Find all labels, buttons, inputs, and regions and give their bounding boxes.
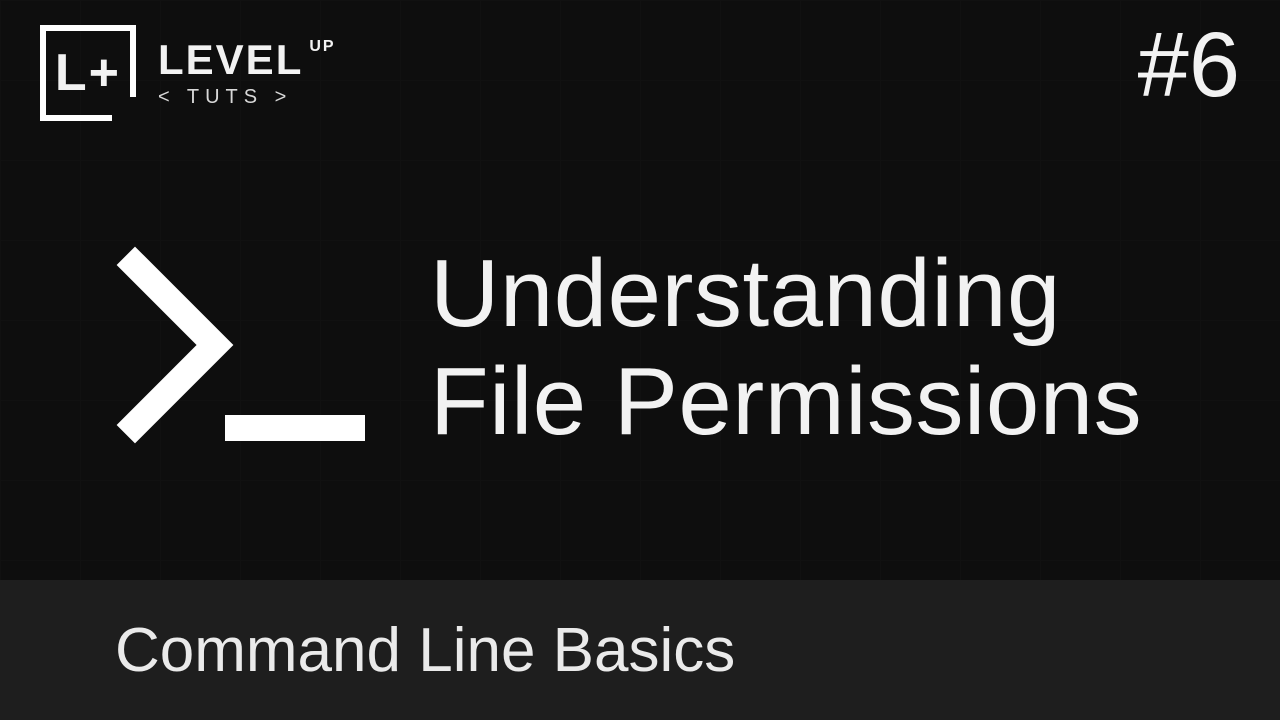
logo-up-text: UP: [309, 38, 335, 55]
logo-mark-text: L+: [55, 43, 121, 103]
footer-bar: Command Line Basics: [0, 580, 1280, 720]
title-line-1: Understanding: [430, 240, 1142, 348]
logo-tuts-text: < TUTS >: [158, 87, 336, 107]
series-subtitle: Command Line Basics: [115, 615, 735, 686]
logo-mark: L+: [40, 25, 136, 121]
title-line-2: File Permissions: [430, 348, 1142, 456]
logo: L+ LEVEL UP < TUTS >: [40, 25, 336, 121]
header: L+ LEVELUP < TUTS > #6: [40, 25, 1240, 121]
main-title-block: Understanding File Permissions: [115, 235, 1220, 460]
logo-level-text: LEVEL: [158, 39, 303, 81]
terminal-prompt-icon: [115, 235, 365, 460]
video-title: Understanding File Permissions: [430, 240, 1142, 455]
episode-number: #6: [1138, 19, 1240, 111]
logo-wordmark: LEVEL UP < TUTS >: [158, 39, 336, 107]
